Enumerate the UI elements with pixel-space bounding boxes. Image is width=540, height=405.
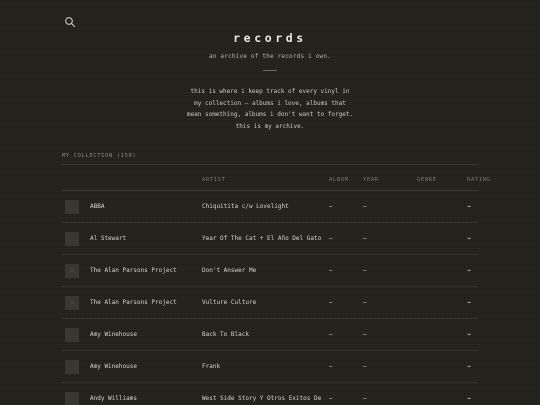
row-open-arrow[interactable]: →: [467, 254, 478, 287]
year-cell: –: [363, 222, 417, 255]
year-cell: –: [363, 286, 417, 319]
collection-divider: [62, 164, 478, 165]
genre-cell: [417, 254, 467, 287]
album-cell: –: [329, 382, 363, 405]
record-cover-cell: 1: [62, 286, 90, 319]
page-title: records: [233, 31, 307, 45]
search-icon: [65, 17, 76, 28]
artist-cell[interactable]: The Alan Parsons Project: [90, 286, 202, 319]
record-cover-thumbnail[interactable]: [65, 359, 79, 374]
table-row[interactable]: 1 The Alan Parsons Project Vulture Culture…: [62, 286, 478, 319]
album-cell: –: [329, 190, 363, 223]
genre-cell: [417, 382, 467, 405]
record-cover-cell: [62, 318, 90, 351]
artist-cell[interactable]: Al Stewart: [90, 222, 202, 255]
records-page: records an archive of the records i own.…: [0, 0, 540, 405]
record-cover-thumbnail[interactable]: [65, 391, 79, 405]
row-open-arrow[interactable]: →: [467, 286, 478, 319]
title-cell[interactable]: Chiquitita c/w Lovelight: [202, 190, 329, 223]
title-cell[interactable]: Back To Black: [202, 318, 329, 351]
table-row[interactable]: 1 The Alan Parsons Project Don't Answer Me…: [62, 254, 478, 287]
title-cell[interactable]: Year Of The Cat + El Año Del Gato: [202, 222, 329, 255]
genre-cell: [417, 222, 467, 255]
record-cover-cell: 1: [62, 254, 90, 287]
search-button[interactable]: [64, 16, 76, 28]
record-cover-cell: [62, 382, 90, 405]
year-cell: –: [363, 190, 417, 223]
table-row[interactable]: Amy Winehouse Back To Black – – →: [62, 318, 478, 351]
column-header-year[interactable]: YEAR: [363, 170, 417, 191]
album-cell: –: [329, 254, 363, 287]
table-row[interactable]: Al Stewart Year Of The Cat + El Año Del G…: [62, 222, 478, 255]
record-cover-text: 1: [70, 268, 74, 273]
record-cover-thumbnail[interactable]: [65, 199, 79, 214]
year-cell: –: [363, 382, 417, 405]
intro-line: my collection — albums i love, albums th…: [194, 99, 346, 107]
year-cell: –: [363, 254, 417, 287]
table-row[interactable]: Andy Williams West Side Story Y Otros Exi…: [62, 382, 478, 405]
intro-line: mean something, albums i don't want to f…: [186, 111, 354, 118]
column-header-cover: [62, 170, 90, 191]
title-cell[interactable]: West Side Story Y Otros Exitos De: [202, 382, 329, 405]
column-header-rating[interactable]: RATING: [467, 170, 490, 191]
artist-cell[interactable]: Amy Winehouse: [90, 318, 202, 351]
table-header-row: ARTIST ALBUM YEAR GENRE RATING: [62, 170, 490, 191]
album-cell: –: [329, 318, 363, 351]
genre-cell: [417, 350, 467, 383]
row-open-arrow[interactable]: →: [467, 190, 478, 223]
year-cell: –: [363, 318, 417, 351]
header-divider: [263, 70, 277, 71]
page-subtitle: an archive of the records i own.: [209, 53, 331, 60]
intro-line: this is my archive.: [235, 122, 305, 130]
intro-text: this is where i keep track of every viny…: [180, 86, 360, 132]
intro-line: this is where i keep track of every viny…: [190, 88, 350, 95]
column-header-album[interactable]: ALBUM: [329, 170, 363, 191]
record-cover-cell: [62, 190, 90, 223]
album-cell: –: [329, 222, 363, 255]
title-cell[interactable]: Vulture Culture: [202, 286, 329, 319]
artist-cell[interactable]: ABBA: [90, 190, 202, 223]
record-cover-thumbnail[interactable]: 1: [65, 263, 79, 278]
record-cover-cell: [62, 350, 90, 383]
record-cover-text: 1: [70, 300, 74, 305]
genre-cell: [417, 286, 467, 319]
row-open-arrow[interactable]: →: [467, 222, 478, 255]
genre-cell: [417, 190, 467, 223]
column-header-artist[interactable]: ARTIST: [202, 170, 329, 191]
record-cover-thumbnail[interactable]: 1: [65, 295, 79, 310]
row-open-arrow[interactable]: →: [467, 382, 478, 405]
record-cover-thumbnail[interactable]: [65, 231, 79, 246]
column-header-artist-name: [90, 170, 202, 191]
row-open-arrow[interactable]: →: [467, 350, 478, 383]
records-table: ARTIST ALBUM YEAR GENRE RATING ABBA Chiqu…: [62, 170, 490, 405]
row-open-arrow[interactable]: →: [467, 318, 478, 351]
record-cover-thumbnail[interactable]: [65, 327, 79, 342]
genre-cell: [417, 318, 467, 351]
album-cell: –: [329, 286, 363, 319]
table-row[interactable]: ABBA Chiquitita c/w Lovelight – – →: [62, 190, 478, 223]
artist-cell[interactable]: The Alan Parsons Project: [90, 254, 202, 287]
artist-cell[interactable]: Amy Winehouse: [90, 350, 202, 383]
record-cover-cell: [62, 222, 90, 255]
title-cell[interactable]: Don't Answer Me: [202, 254, 329, 287]
artist-cell[interactable]: Andy Williams: [90, 382, 202, 405]
title-cell[interactable]: Frank: [202, 350, 329, 383]
album-cell: –: [329, 350, 363, 383]
table-row[interactable]: Amy Winehouse Frank – – →: [62, 350, 478, 383]
column-header-genre[interactable]: GENRE: [417, 170, 467, 191]
year-cell: –: [363, 350, 417, 383]
collection-count-label: MY COLLECTION (158): [62, 153, 137, 159]
